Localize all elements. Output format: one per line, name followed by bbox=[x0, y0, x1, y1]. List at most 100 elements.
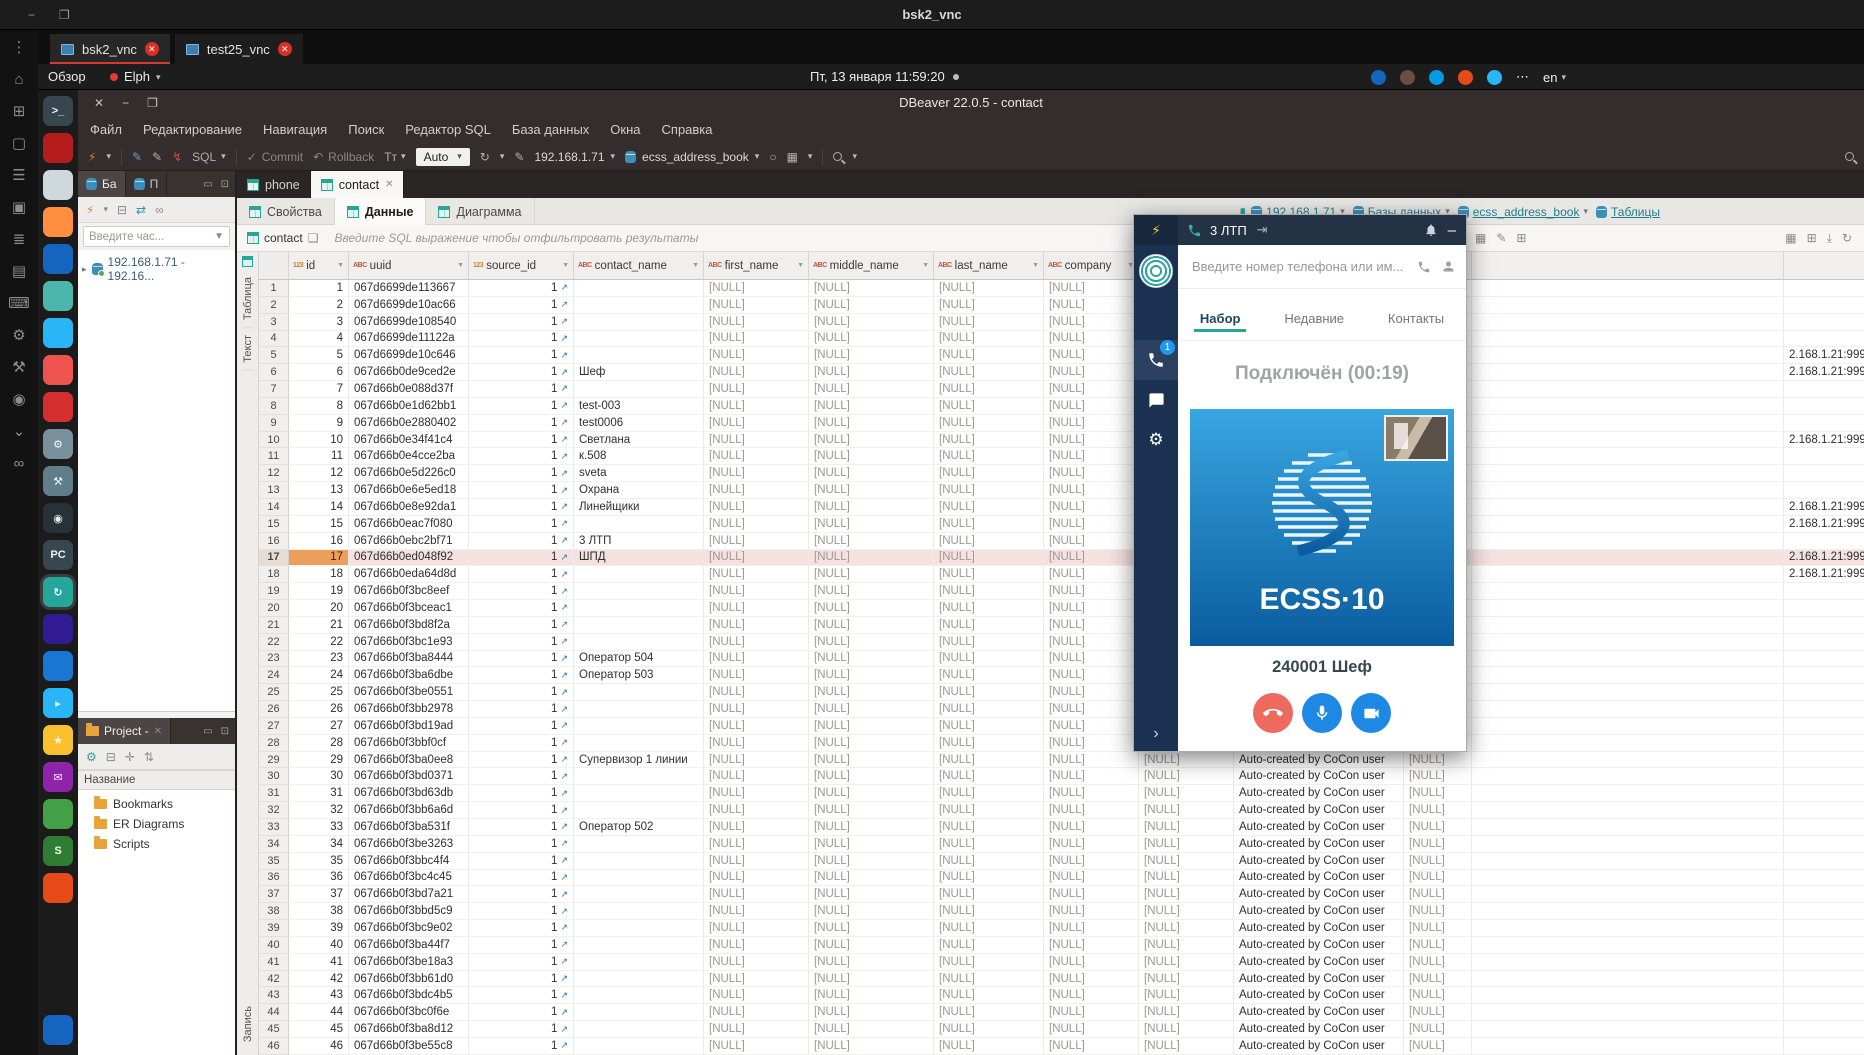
cell-id[interactable]: 11 bbox=[289, 448, 349, 465]
cell-company[interactable]: [NULL] bbox=[1044, 651, 1139, 668]
sidebar-settings-button[interactable]: ⚙ bbox=[1134, 420, 1178, 460]
cell-col12[interactable] bbox=[1472, 870, 1784, 887]
fk-link-icon[interactable]: ↗ bbox=[560, 636, 568, 647]
cell-first_name[interactable]: [NULL] bbox=[704, 314, 809, 331]
cell-company[interactable]: [NULL] bbox=[1044, 280, 1139, 297]
cell-last_name[interactable]: [NULL] bbox=[934, 1021, 1044, 1038]
cell-col12[interactable] bbox=[1472, 364, 1784, 381]
cell-last_name[interactable]: [NULL] bbox=[934, 937, 1044, 954]
cell-last_name[interactable]: [NULL] bbox=[934, 415, 1044, 432]
cell-id[interactable]: 44 bbox=[289, 1004, 349, 1021]
cell-col12[interactable] bbox=[1472, 600, 1784, 617]
cell-col9[interactable]: [NULL] bbox=[1139, 768, 1234, 785]
sidebar-expand-button[interactable]: › bbox=[1153, 725, 1158, 743]
cell-col12[interactable] bbox=[1472, 802, 1784, 819]
cell-company[interactable]: [NULL] bbox=[1044, 516, 1139, 533]
row-number[interactable]: 13 bbox=[259, 482, 289, 499]
cell-col9[interactable]: [NULL] bbox=[1139, 752, 1234, 769]
cell-col12[interactable] bbox=[1472, 381, 1784, 398]
cell-last_name[interactable]: [NULL] bbox=[934, 684, 1044, 701]
cell-middle_name[interactable]: [NULL] bbox=[809, 1021, 934, 1038]
cell-last_name[interactable]: [NULL] bbox=[934, 920, 1044, 937]
cell-col11[interactable]: [NULL] bbox=[1404, 853, 1472, 870]
row-number[interactable]: 21 bbox=[259, 617, 289, 634]
cell-id[interactable]: 14 bbox=[289, 499, 349, 516]
cell-id[interactable]: 42 bbox=[289, 971, 349, 988]
column-header-first_name[interactable]: ABCfirst_name▼ bbox=[704, 252, 809, 280]
cell-col13[interactable] bbox=[1784, 448, 1864, 465]
cell-first_name[interactable]: [NULL] bbox=[704, 381, 809, 398]
cell-last_name[interactable]: [NULL] bbox=[934, 600, 1044, 617]
row-number[interactable]: 43 bbox=[259, 987, 289, 1004]
row-number[interactable]: 44 bbox=[259, 1004, 289, 1021]
new-window-icon[interactable]: ⊞ bbox=[13, 104, 26, 119]
cell-middle_name[interactable]: [NULL] bbox=[809, 886, 934, 903]
cell-id[interactable]: 9 bbox=[289, 415, 349, 432]
cell-col13[interactable] bbox=[1784, 802, 1864, 819]
cell-first_name[interactable]: [NULL] bbox=[704, 533, 809, 550]
cell-middle_name[interactable]: [NULL] bbox=[809, 432, 934, 449]
row-number[interactable]: 10 bbox=[259, 432, 289, 449]
cell-id[interactable]: 17 bbox=[289, 550, 349, 567]
minimize-panel-icon[interactable]: ▭ bbox=[203, 726, 212, 737]
cell-id[interactable]: 30 bbox=[289, 768, 349, 785]
fk-link-icon[interactable]: ↗ bbox=[560, 602, 568, 613]
cell-col12[interactable] bbox=[1472, 937, 1784, 954]
filter-funnel-icon[interactable]: ▼ bbox=[457, 262, 464, 269]
cell-id[interactable]: 18 bbox=[289, 566, 349, 583]
row-number[interactable]: 19 bbox=[259, 583, 289, 600]
cell-col13[interactable] bbox=[1784, 819, 1864, 836]
cell-first_name[interactable]: [NULL] bbox=[704, 684, 809, 701]
cell-last_name[interactable]: [NULL] bbox=[934, 634, 1044, 651]
cell-source_id[interactable]: 1↗ bbox=[469, 920, 574, 937]
row-number[interactable]: 34 bbox=[259, 836, 289, 853]
cell-middle_name[interactable]: [NULL] bbox=[809, 331, 934, 348]
cell-last_name[interactable]: [NULL] bbox=[934, 314, 1044, 331]
cell-first_name[interactable]: [NULL] bbox=[704, 499, 809, 516]
cell-col12[interactable] bbox=[1472, 971, 1784, 988]
cell-company[interactable]: [NULL] bbox=[1044, 768, 1139, 785]
cell-contact_name[interactable] bbox=[574, 314, 704, 331]
cell-company[interactable]: [NULL] bbox=[1044, 600, 1139, 617]
cell-uuid[interactable]: 067d66b0e1d62bb1 bbox=[349, 398, 469, 415]
navigator-tab[interactable]: П bbox=[126, 171, 168, 197]
cell-first_name[interactable]: [NULL] bbox=[704, 1021, 809, 1038]
cell-contact_name[interactable] bbox=[574, 836, 704, 853]
chevron-down-icon[interactable]: ⌄ bbox=[13, 424, 26, 439]
dock-firefox[interactable] bbox=[43, 207, 73, 237]
cell-col11[interactable]: [NULL] bbox=[1404, 1004, 1472, 1021]
filter-funnel-icon[interactable]: ▼ bbox=[922, 262, 929, 269]
row-number[interactable]: 37 bbox=[259, 886, 289, 903]
cell-id[interactable]: 10 bbox=[289, 432, 349, 449]
cell-source_id[interactable]: 1↗ bbox=[469, 566, 574, 583]
cell-comment[interactable]: Auto-created by CoCon user bbox=[1234, 752, 1404, 769]
row-number[interactable]: 18 bbox=[259, 566, 289, 583]
cell-company[interactable]: [NULL] bbox=[1044, 735, 1139, 752]
cell-contact_name[interactable]: Супервизор 1 линии bbox=[574, 752, 704, 769]
cell-contact_name[interactable] bbox=[574, 785, 704, 802]
cell-comment[interactable]: Auto-created by CoCon user bbox=[1234, 937, 1404, 954]
cell-uuid[interactable]: 067d66b0e5d226c0 bbox=[349, 465, 469, 482]
cell-uuid[interactable]: 067d66b0f3bd19ad bbox=[349, 718, 469, 735]
cell-id[interactable]: 22 bbox=[289, 634, 349, 651]
cell-company[interactable]: [NULL] bbox=[1044, 718, 1139, 735]
cell-source_id[interactable]: 1↗ bbox=[469, 600, 574, 617]
new-sql-editor-icon[interactable]: ✎ bbox=[132, 150, 142, 164]
cell-last_name[interactable]: [NULL] bbox=[934, 853, 1044, 870]
cell-company[interactable]: [NULL] bbox=[1044, 836, 1139, 853]
column-header-contact_name[interactable]: ABCcontact_name▼ bbox=[574, 252, 704, 280]
settings-icon[interactable]: ⚙ bbox=[12, 328, 25, 343]
cell-middle_name[interactable]: [NULL] bbox=[809, 347, 934, 364]
cell-uuid[interactable]: 067d66b0e4cce2ba bbox=[349, 448, 469, 465]
cell-col9[interactable]: [NULL] bbox=[1139, 1038, 1234, 1055]
cell-contact_name[interactable] bbox=[574, 583, 704, 600]
edit-icon[interactable]: ✎ bbox=[514, 150, 524, 164]
vnc-tab[interactable]: test25_vnc ✕ bbox=[175, 34, 303, 64]
cell-col12[interactable] bbox=[1472, 516, 1784, 533]
cell-col12[interactable] bbox=[1472, 617, 1784, 634]
cell-last_name[interactable]: [NULL] bbox=[934, 381, 1044, 398]
dock-star[interactable]: ★ bbox=[43, 725, 73, 755]
cell-col12[interactable] bbox=[1472, 785, 1784, 802]
result-view-tab[interactable]: Таблица bbox=[242, 270, 254, 328]
cell-col12[interactable] bbox=[1472, 314, 1784, 331]
